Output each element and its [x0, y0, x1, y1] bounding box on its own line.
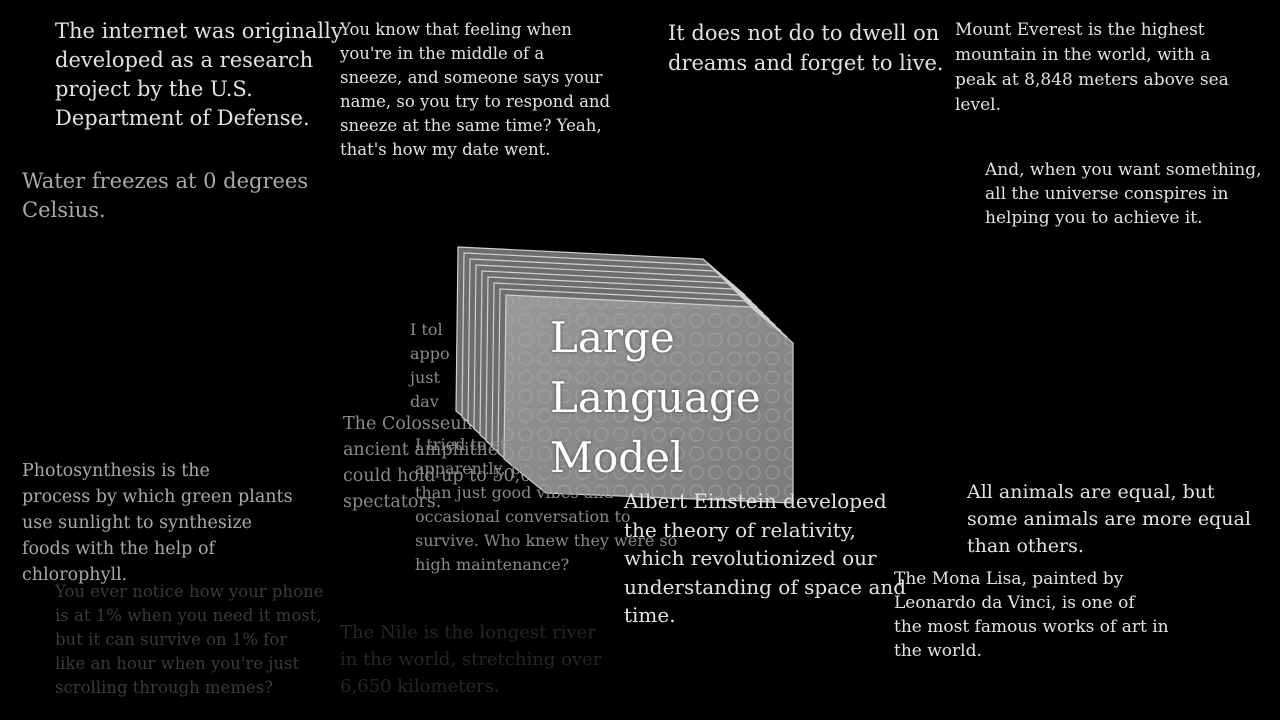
snippet-phone: You ever notice how your phone is at 1% …	[55, 582, 324, 697]
model-title-line-1: Large	[550, 313, 675, 362]
snippet-internet: The internet was originally developed as…	[55, 19, 343, 130]
snippet-everest: Mount Everest is the highest mountain in…	[955, 20, 1229, 115]
snippet-mona-lisa: The Mona Lisa, painted by Leonardo da Vi…	[894, 569, 1169, 661]
snippet-water: Water freezes at 0 degrees Celsius.	[22, 169, 309, 222]
snippet-dreams-quote: It does not do to dwell on dreams and fo…	[668, 21, 944, 75]
model-title-line-2: Language	[550, 373, 761, 422]
snippet-animals-quote: All animals are equal, but some animals …	[967, 481, 1251, 557]
snippet-einstein: Albert Einstein developed the theory of …	[624, 489, 907, 627]
snippet-universe-quote: And, when you want something, all the un…	[985, 160, 1262, 228]
model-title-line-3: Model	[550, 433, 684, 482]
model-title: Large Language Model	[550, 308, 761, 488]
snippet-photosynthesis: Photosynthesis is the process by which g…	[22, 461, 293, 585]
snippet-sneeze: You know that feeling when you're in the…	[340, 20, 611, 159]
snippet-nile: The Nile is the longest river in the wor…	[340, 622, 602, 697]
